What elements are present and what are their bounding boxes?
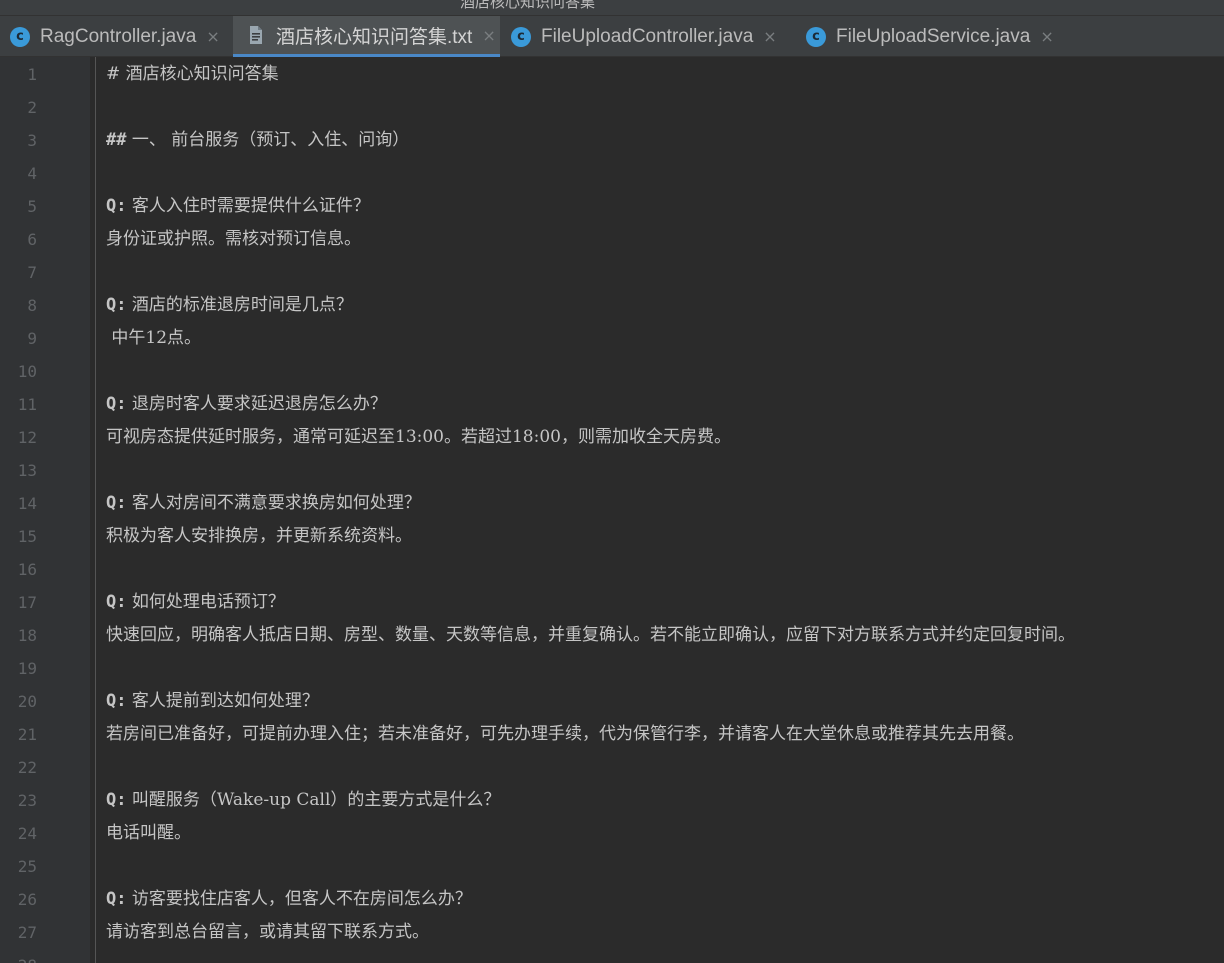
- breadcrumb-current[interactable]: 酒店核心知识问答集: [460, 0, 595, 12]
- line-number: 9: [27, 329, 37, 348]
- line-number: 2: [27, 98, 37, 117]
- tab-label: 酒店核心知识问答集.txt: [276, 26, 473, 48]
- editor-tab-bar: c RagController.java × 酒店核心知识问答集.txt × c…: [0, 16, 1224, 57]
- editor-line[interactable]: Q: 酒店的标准退房时间是几点？: [106, 289, 353, 322]
- line-number: 6: [27, 230, 37, 249]
- tab-label: FileUploadService.java: [836, 25, 1031, 47]
- editor-line[interactable]: # 酒店核心知识问答集: [106, 58, 279, 91]
- breadcrumb[interactable]: 酒店核心知识问答集: [0, 0, 1224, 16]
- line-number: 16: [17, 560, 37, 579]
- line-number: 20: [17, 692, 37, 711]
- line-text: 电话叫醒。: [106, 823, 191, 843]
- line-number: 18: [17, 626, 37, 645]
- line-text: 若房间已准备好，可提前办理入住；若未准备好，可先办理手续，代为保管行李，并请客人…: [106, 724, 1024, 744]
- question-marker: Q:: [106, 592, 127, 612]
- line-number: 26: [17, 890, 37, 909]
- line-number: 17: [17, 593, 37, 612]
- line-number: 21: [17, 725, 37, 744]
- editor-line[interactable]: 身份证或护照。需核对预订信息。: [106, 223, 361, 256]
- editor-line[interactable]: 可视房态提供延时服务，通常可延迟至13:00。若超过18:00，则需加收全天房费…: [106, 421, 731, 454]
- class-c-icon: c: [511, 26, 531, 47]
- close-icon[interactable]: ×: [1040, 27, 1053, 46]
- editor-line[interactable]: Q: 如何处理电话预订？: [106, 586, 285, 619]
- line-number: 14: [17, 494, 37, 513]
- line-number: 19: [17, 659, 37, 678]
- line-text: 中午12点。: [106, 328, 202, 348]
- question-marker: Q:: [106, 790, 127, 810]
- editor-line[interactable]: 快速回应，明确客人抵店日期、房型、数量、天数等信息，并重复确认。若不能立即确认，…: [106, 619, 1075, 652]
- question-marker: Q:: [106, 196, 127, 216]
- line-number: 22: [17, 758, 37, 777]
- line-number: 25: [17, 857, 37, 876]
- line-number: 27: [17, 923, 37, 942]
- line-number: 12: [17, 428, 37, 447]
- editor-line[interactable]: Q: 访客要找住店客人，但客人不在房间怎么办？: [106, 883, 472, 916]
- tab-file-upload-service[interactable]: c FileUploadService.java ×: [796, 16, 1066, 57]
- editor-line[interactable]: 若房间已准备好，可提前办理入住；若未准备好，可先办理手续，代为保管行李，并请客人…: [106, 718, 1024, 751]
- question-marker: Q:: [106, 889, 127, 909]
- line-number: 24: [17, 824, 37, 843]
- line-text: 积极为客人安排换房，并更新系统资料。: [106, 526, 412, 546]
- line-text: 访客要找住店客人，但客人不在房间怎么办？: [126, 889, 472, 909]
- tab-hotel-qa-txt[interactable]: 酒店核心知识问答集.txt ×: [233, 16, 500, 57]
- line-text: 请访客到总台留言，或请其留下联系方式。: [106, 922, 429, 942]
- line-text: 一、 前台服务（预订、入住、问询）: [126, 130, 410, 150]
- editor-line[interactable]: 积极为客人安排换房，并更新系统资料。: [106, 520, 412, 553]
- line-text: 客人入住时需要提供什么证件？: [126, 196, 370, 216]
- line-text: 如何处理电话预订？: [126, 592, 285, 612]
- line-text: 叫醒服务（Wake-up Call）的主要方式是什么？: [126, 790, 501, 810]
- editor-line[interactable]: 电话叫醒。: [106, 817, 191, 850]
- question-marker: Q:: [106, 493, 127, 513]
- line-text: 退房时客人要求延迟退房怎么办？: [126, 394, 387, 414]
- class-c-icon: c: [10, 26, 30, 47]
- line-text: 客人对房间不满意要求换房如何处理？: [126, 493, 421, 513]
- heading-marker: ##: [106, 130, 127, 150]
- class-c-icon: c: [806, 26, 826, 47]
- line-number: 23: [17, 791, 37, 810]
- tab-file-upload-controller[interactable]: c FileUploadController.java ×: [501, 16, 795, 57]
- line-text: 客人提前到达如何处理？: [126, 691, 319, 711]
- line-number: 5: [27, 197, 37, 216]
- editor-line[interactable]: ## 一、 前台服务（预订、入住、问询）: [106, 124, 409, 157]
- line-number: 15: [17, 527, 37, 546]
- line-number: 28: [0, 949, 37, 963]
- question-marker: Q:: [106, 394, 127, 414]
- ide-window: 酒店核心知识问答集 c RagController.java × 酒店核心知识问…: [0, 0, 1224, 963]
- line-text: 可视房态提供延时服务，通常可延迟至13:00。若超过18:00，则需加收全天房费…: [106, 427, 731, 447]
- editor-line[interactable]: Q: 客人提前到达如何处理？: [106, 685, 319, 718]
- line-number: 8: [27, 296, 37, 315]
- line-number: 10: [17, 362, 37, 381]
- editor-line[interactable]: Q: 退房时客人要求延迟退房怎么办？: [106, 388, 387, 421]
- editor-line[interactable]: Q: 客人入住时需要提供什么证件？: [106, 190, 370, 223]
- tab-rag-controller[interactable]: c RagController.java ×: [0, 16, 232, 57]
- text-file-icon: [250, 26, 262, 44]
- line-number: 3: [27, 131, 37, 150]
- line-text: 身份证或护照。需核对预订信息。: [106, 229, 361, 249]
- editor-line[interactable]: 中午12点。: [106, 322, 201, 355]
- tab-label: FileUploadController.java: [541, 25, 754, 47]
- close-icon[interactable]: ×: [763, 27, 776, 46]
- line-text: 酒店的标准退房时间是几点？: [126, 295, 353, 315]
- line-text: # 酒店核心知识问答集: [106, 64, 279, 84]
- line-number: 11: [17, 395, 37, 414]
- line-number: 13: [17, 461, 37, 480]
- question-marker: Q:: [106, 691, 127, 711]
- line-number: 1: [27, 65, 37, 84]
- editor-line[interactable]: Q: 叫醒服务（Wake-up Call）的主要方式是什么？: [106, 784, 500, 817]
- gutter-divider: [95, 57, 96, 963]
- tab-label: RagController.java: [40, 25, 197, 47]
- line-number: 4: [27, 164, 37, 183]
- text-editor[interactable]: 1 2 3 4 5 6 7 8 9 10 11 12 13 14 15 16 17 18 19 20 21 22 23 24 2…: [0, 57, 1224, 963]
- question-marker: Q:: [106, 295, 127, 315]
- close-icon[interactable]: ×: [206, 27, 219, 46]
- line-number: 7: [27, 263, 37, 282]
- editor-line[interactable]: Q: 客人对房间不满意要求换房如何处理？: [106, 487, 421, 520]
- line-text: 快速回应，明确客人抵店日期、房型、数量、天数等信息，并重复确认。若不能立即确认，…: [106, 625, 1075, 645]
- line-number-gutter[interactable]: 1 2 3 4 5 6 7 8 9 10 11 12 13 14 15 16 17 18 19 20 21 22 23 24 2…: [0, 57, 90, 963]
- close-icon[interactable]: ×: [482, 26, 495, 45]
- editor-line[interactable]: 请访客到总台留言，或请其留下联系方式。: [106, 916, 429, 949]
